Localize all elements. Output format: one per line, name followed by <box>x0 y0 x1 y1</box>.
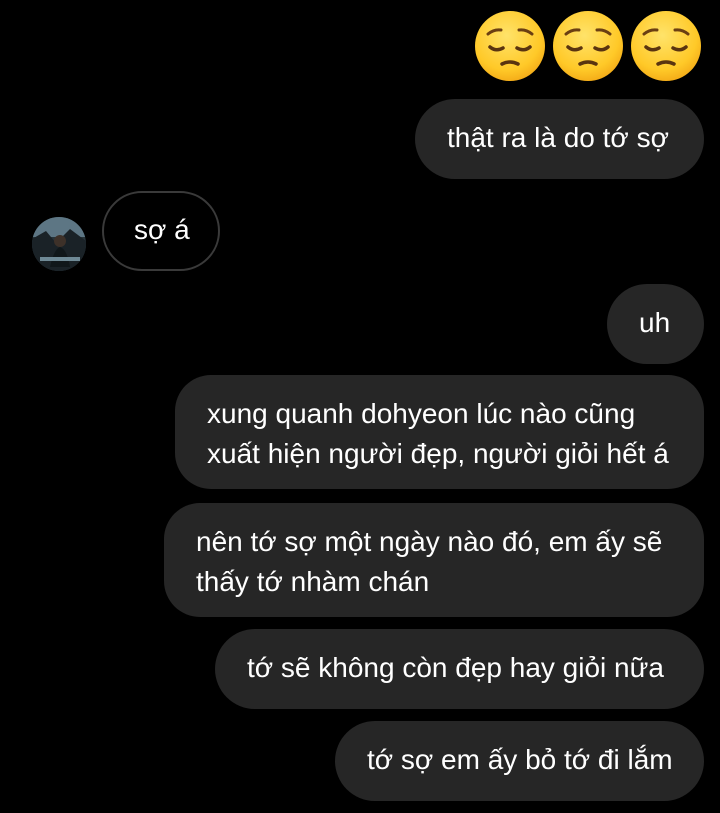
message-bubble-outgoing[interactable]: tớ sợ em ấy bỏ tớ đi lắm <box>335 721 704 801</box>
chat-thread: thật ra là do tớ sợ sợ á uh xung quanh d… <box>0 0 720 813</box>
message-text-line: thấy tớ nhàm chán <box>196 566 430 597</box>
pensive-face-icon <box>475 11 545 81</box>
message-bubble-incoming[interactable]: sợ á <box>102 191 220 271</box>
message-text: tớ sợ em ấy bỏ tớ đi lắm <box>367 744 673 775</box>
message-text: tớ sẽ không còn đẹp hay giỏi nữa <box>247 652 664 683</box>
contact-avatar[interactable] <box>32 217 86 271</box>
message-text-line: nên tớ sợ một ngày nào đó, em ấy sẽ <box>196 526 663 557</box>
message-text-line: xung quanh dohyeon lúc nào cũng <box>207 398 636 429</box>
message-text: uh <box>639 307 671 338</box>
message-bubble-outgoing[interactable]: uh <box>607 284 704 364</box>
message-text-line: xuất hiện người đẹp, người giỏi hết á <box>207 438 669 469</box>
emoji-message[interactable] <box>474 10 702 82</box>
message-bubble-outgoing[interactable]: xung quanh dohyeon lúc nào cũng xuất hiệ… <box>175 375 704 489</box>
message-text: thật ra là do tớ sợ <box>447 122 669 153</box>
message-bubble-outgoing[interactable]: thật ra là do tớ sợ <box>415 99 704 179</box>
message-text: sợ á <box>134 214 190 245</box>
message-bubble-outgoing[interactable]: tớ sẽ không còn đẹp hay giỏi nữa <box>215 629 704 709</box>
pensive-face-icon <box>631 11 701 81</box>
avatar-image <box>32 217 86 271</box>
pensive-face-icon <box>553 11 623 81</box>
message-bubble-outgoing[interactable]: nên tớ sợ một ngày nào đó, em ấy sẽ thấy… <box>164 503 704 617</box>
